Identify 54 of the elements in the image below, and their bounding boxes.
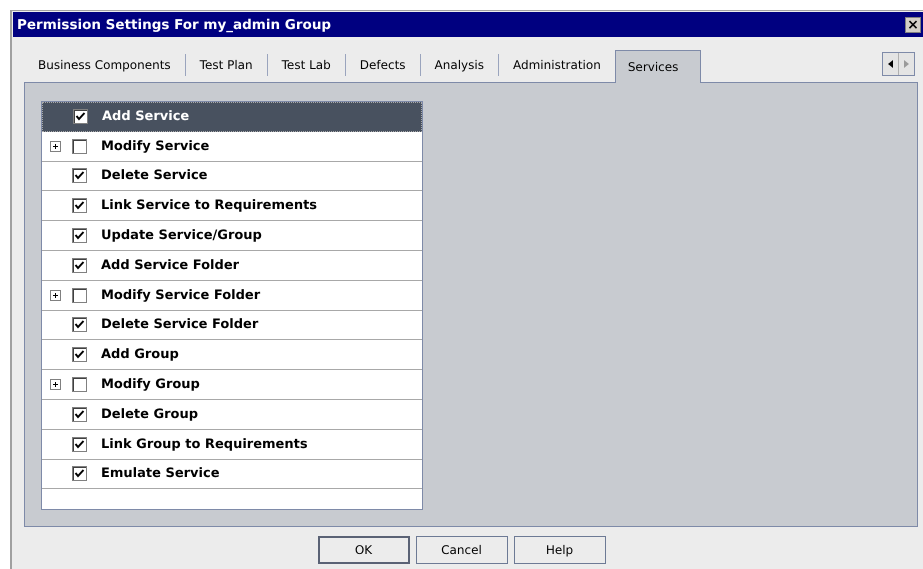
permission-label: Add Service Folder xyxy=(101,258,240,273)
tab[interactable]: Test Lab xyxy=(266,54,345,76)
permission-label: Emulate Service xyxy=(101,466,220,482)
permission-row[interactable]: Modify Service xyxy=(42,132,422,162)
permission-row[interactable]: Modify Group xyxy=(42,370,422,400)
checkbox[interactable] xyxy=(72,377,87,392)
permission-row[interactable]: Add Group xyxy=(42,340,422,370)
checkbox[interactable] xyxy=(72,288,87,303)
expand-icon[interactable] xyxy=(50,140,61,152)
tab[interactable]: Services xyxy=(614,50,702,83)
checkbox[interactable] xyxy=(72,317,87,332)
permission-label: Update Service/Group xyxy=(101,228,262,244)
permission-label: Add Service xyxy=(102,109,190,124)
permission-label: Delete Service Folder xyxy=(101,317,258,332)
permission-row[interactable]: Link Group to Requirements xyxy=(42,430,422,460)
tab[interactable]: Business Components xyxy=(24,54,185,76)
tab[interactable]: Test Plan xyxy=(184,54,267,76)
close-button[interactable]: × xyxy=(905,16,921,32)
window-title: Permission Settings For my_admin Group xyxy=(17,16,332,32)
permission-row[interactable]: Delete Group xyxy=(42,400,422,430)
permission-row[interactable]: Update Service/Group xyxy=(42,221,422,251)
permission-label: Delete Group xyxy=(101,406,198,422)
tab[interactable]: Analysis xyxy=(420,54,498,76)
permission-row[interactable]: Link Service to Requirements xyxy=(42,191,422,222)
dialog-button[interactable]: Cancel xyxy=(416,536,508,564)
expand-icon[interactable] xyxy=(50,379,61,390)
dialog-button[interactable]: Help xyxy=(514,536,606,564)
permission-label: Link Group to Requirements xyxy=(101,436,308,452)
checkbox[interactable] xyxy=(72,406,87,422)
permission-label: Add Group xyxy=(101,347,179,362)
permission-row[interactable]: Add Service xyxy=(42,102,422,132)
left-arrow-icon[interactable] xyxy=(888,60,893,68)
permission-row[interactable]: Modify Service Folder xyxy=(42,280,422,311)
permission-row[interactable]: Emulate Service xyxy=(42,460,422,490)
checkbox[interactable] xyxy=(72,168,87,184)
permission-label: Modify Service Folder xyxy=(101,288,260,303)
permission-label: Modify Service xyxy=(101,138,210,154)
checkbox[interactable] xyxy=(72,258,87,273)
checkbox[interactable] xyxy=(73,109,88,124)
permission-label: Modify Group xyxy=(101,377,200,392)
tab[interactable]: Defects xyxy=(344,54,420,76)
checkbox[interactable] xyxy=(72,228,87,244)
expand-icon[interactable] xyxy=(50,290,61,301)
permission-row[interactable]: Delete Service Folder xyxy=(42,310,422,340)
permission-row[interactable]: Delete Service xyxy=(42,162,422,192)
permission-label: Link Service to Requirements xyxy=(101,198,318,214)
permission-label: Delete Service xyxy=(101,168,208,184)
permission-row[interactable]: Add Service Folder xyxy=(42,250,422,281)
checkbox[interactable] xyxy=(72,466,87,482)
checkbox[interactable] xyxy=(72,198,87,214)
dialog-button[interactable]: OK xyxy=(318,536,410,564)
checkbox[interactable] xyxy=(72,436,87,452)
checkbox[interactable] xyxy=(72,138,87,154)
checkbox[interactable] xyxy=(72,347,87,362)
